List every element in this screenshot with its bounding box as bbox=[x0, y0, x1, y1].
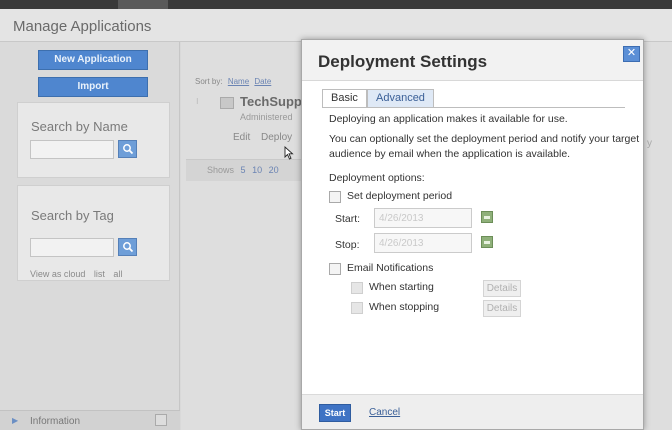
view-list-link[interactable]: list bbox=[94, 269, 105, 279]
shows-option-10[interactable]: 10 bbox=[252, 165, 262, 175]
search-by-tag-title: Search by Tag bbox=[31, 208, 114, 223]
search-icon bbox=[123, 144, 134, 155]
tab-basic[interactable]: Basic bbox=[322, 89, 367, 107]
cancel-link[interactable]: Cancel bbox=[369, 407, 400, 418]
shows-option-5[interactable]: 5 bbox=[241, 165, 246, 175]
tag-view-options: View as cloud list all bbox=[30, 269, 128, 279]
optional-text-line-2: audience by email when the application i… bbox=[329, 148, 571, 160]
view-all-link[interactable]: all bbox=[113, 269, 122, 279]
start-button[interactable]: Start bbox=[319, 404, 351, 422]
view-as-cloud-link[interactable]: View as cloud bbox=[30, 269, 85, 279]
email-notifications-label: Email Notifications bbox=[347, 262, 434, 274]
when-starting-details-button[interactable]: Details bbox=[483, 280, 521, 297]
calendar-icon[interactable] bbox=[481, 211, 493, 223]
sidebar: New Application Import Search by Name Se… bbox=[0, 42, 180, 430]
intro-text: Deploying an application makes it availa… bbox=[329, 113, 568, 125]
search-icon bbox=[123, 242, 134, 253]
set-period-checkbox[interactable] bbox=[329, 191, 341, 203]
top-tab-stub bbox=[118, 0, 168, 9]
deployment-settings-dialog: Deployment Settings ✕ Basic Advanced Dep… bbox=[301, 39, 644, 430]
deployment-options-label: Deployment options: bbox=[329, 172, 425, 184]
start-date-input[interactable]: 4/26/2013 bbox=[374, 208, 472, 228]
search-tag-button[interactable] bbox=[118, 238, 137, 256]
when-stopping-label: When stopping bbox=[369, 301, 440, 313]
drag-handle-icon[interactable]: ⁝ bbox=[196, 97, 199, 106]
close-icon[interactable]: ✕ bbox=[623, 46, 640, 62]
search-name-button[interactable] bbox=[118, 140, 137, 158]
stop-date-label: Stop: bbox=[335, 239, 360, 251]
top-bar bbox=[0, 0, 672, 9]
when-stopping-checkbox[interactable] bbox=[351, 302, 363, 314]
page-title: Manage Applications bbox=[13, 18, 152, 35]
start-date-label: Start: bbox=[335, 213, 361, 225]
new-application-button[interactable]: New Application bbox=[38, 50, 148, 70]
page-header: Manage Applications bbox=[0, 9, 672, 42]
when-stopping-details-button[interactable]: Details bbox=[483, 300, 521, 317]
edit-link[interactable]: Edit bbox=[233, 132, 250, 143]
application-name[interactable]: TechSupp bbox=[240, 94, 302, 109]
sort-name-link[interactable]: Name bbox=[228, 77, 249, 86]
search-name-input[interactable] bbox=[30, 140, 114, 159]
mouse-cursor-icon bbox=[284, 146, 294, 160]
dialog-footer: Start Cancel bbox=[302, 394, 643, 429]
when-starting-label: When starting bbox=[369, 281, 434, 293]
dialog-header: Deployment Settings ✕ bbox=[302, 40, 643, 81]
search-tag-input[interactable] bbox=[30, 238, 114, 257]
tab-advanced[interactable]: Advanced bbox=[367, 89, 434, 107]
search-by-tag-panel: Search by Tag View as cloud list all bbox=[17, 185, 170, 281]
stop-date-input[interactable]: 4/26/2013 bbox=[374, 233, 472, 253]
shows-label: Shows bbox=[207, 165, 235, 175]
obscured-text: y bbox=[647, 138, 652, 149]
import-button[interactable]: Import bbox=[38, 77, 148, 97]
application-admin: Administered bbox=[240, 112, 293, 122]
application-icon bbox=[220, 97, 234, 109]
set-period-label: Set deployment period bbox=[347, 190, 453, 202]
when-starting-checkbox[interactable] bbox=[351, 282, 363, 294]
sort-date-link[interactable]: Date bbox=[254, 77, 271, 86]
information-bar[interactable]: ▶ Information bbox=[0, 410, 180, 430]
info-panel-icon[interactable] bbox=[155, 414, 167, 426]
search-by-name-title: Search by Name bbox=[31, 119, 128, 134]
tab-divider bbox=[322, 107, 625, 108]
optional-text-line-1: You can optionally set the deployment pe… bbox=[329, 133, 640, 145]
information-label: Information bbox=[30, 416, 81, 427]
application-actions: Edit Deploy bbox=[233, 132, 300, 143]
sort-by-label: Sort by: bbox=[195, 77, 223, 86]
search-by-name-panel: Search by Name bbox=[17, 102, 170, 178]
email-notifications-checkbox[interactable] bbox=[329, 263, 341, 275]
pager-bar: Shows 5 10 20 bbox=[186, 159, 304, 181]
deploy-link[interactable]: Deploy bbox=[261, 132, 292, 143]
sort-bar: Sort by: Name Date bbox=[195, 77, 271, 86]
dialog-title: Deployment Settings bbox=[318, 52, 488, 71]
shows-option-20[interactable]: 20 bbox=[269, 165, 279, 175]
expand-arrow-icon: ▶ bbox=[12, 416, 19, 425]
calendar-icon[interactable] bbox=[481, 236, 493, 248]
